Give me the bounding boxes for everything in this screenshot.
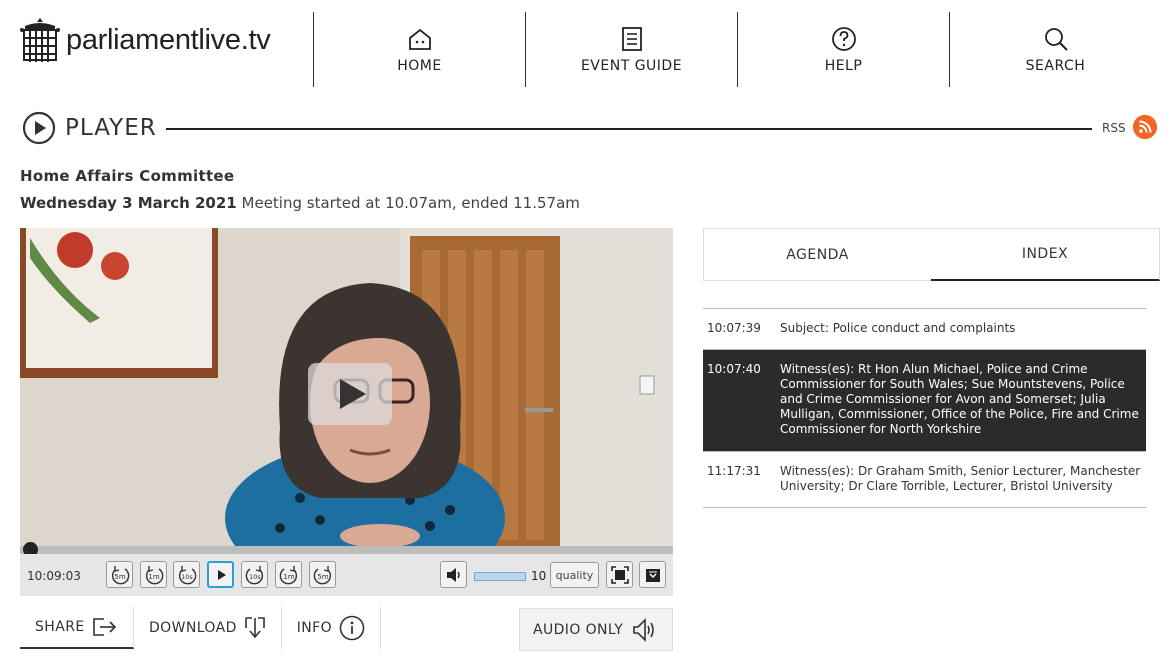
share-label: SHARE	[35, 619, 85, 635]
info-icon	[339, 615, 365, 641]
rewind-10s-button[interactable]: 10s	[173, 561, 200, 588]
share-icon	[92, 618, 116, 636]
tab-index[interactable]: INDEX	[931, 228, 1160, 281]
info-button[interactable]: INFO	[282, 607, 382, 649]
audio-only-label: AUDIO ONLY	[533, 621, 624, 638]
rewind-10s-label: 10s	[181, 573, 193, 581]
index-time: 11:17:31	[707, 464, 761, 478]
index-time: 10:07:39	[707, 321, 761, 335]
popout-button[interactable]	[639, 561, 666, 588]
current-time: 10:09:03	[27, 569, 81, 583]
audio-only-button[interactable]: AUDIO ONLY	[519, 608, 673, 651]
player-heading: PLAYER RSS	[20, 110, 1160, 148]
forward-10s-button[interactable]: 10s	[241, 561, 268, 588]
tab-agenda[interactable]: AGENDA	[703, 228, 931, 281]
committee-name: Home Affairs Committee	[20, 167, 235, 185]
forward-5m-label: 5m	[317, 573, 328, 581]
index-text: Witness(es): Rt Hon Alun Michael, Police…	[780, 362, 1139, 436]
index-row[interactable]: 10:07:39 Subject: Police conduct and com…	[703, 309, 1146, 350]
nav-help-label: HELP	[824, 57, 863, 74]
player-title: PLAYER	[65, 115, 157, 141]
search-icon	[1044, 27, 1068, 51]
rewind-1m-label: 1m	[148, 573, 159, 581]
help-icon	[831, 26, 856, 51]
site-logo[interactable]: parliamentlive.tv	[20, 16, 271, 64]
rewind-icon: 10s	[178, 565, 196, 584]
volume-slider[interactable]	[474, 572, 526, 581]
rewind-1m-button[interactable]: 1m	[140, 561, 167, 588]
heading-divider	[166, 128, 1092, 130]
play-icon	[217, 569, 226, 580]
rewind-icon: 1m	[145, 565, 163, 584]
site-name: parliamentlive.tv	[66, 23, 271, 56]
download-button[interactable]: DOWNLOAD	[134, 607, 282, 649]
volume-icon	[446, 567, 460, 582]
big-play-button[interactable]	[308, 363, 392, 425]
rss-icon[interactable]	[1133, 115, 1157, 139]
popout-icon	[645, 568, 660, 582]
rss-label[interactable]: RSS	[1102, 121, 1126, 135]
side-tabs: AGENDA INDEX	[703, 228, 1160, 281]
meeting-details: Meeting started at 10.07am, ended 11.57a…	[241, 194, 580, 212]
mute-button[interactable]	[440, 561, 467, 588]
site-header: parliamentlive.tv HOME EVENT GUIDE HELP …	[0, 0, 1170, 100]
main-nav: HOME EVENT GUIDE HELP SEARCH	[313, 12, 1161, 87]
play-circle-icon	[22, 111, 56, 145]
index-row[interactable]: 11:17:31 Witness(es): Dr Graham Smith, S…	[703, 452, 1146, 508]
forward-10s-label: 10s	[249, 573, 261, 581]
nav-event-guide-label: EVENT GUIDE	[580, 57, 683, 74]
nav-help[interactable]: HELP	[737, 12, 949, 87]
index-text: Subject: Police conduct and complaints	[780, 321, 1016, 335]
video-player[interactable]	[20, 228, 673, 548]
fullscreen-button[interactable]	[606, 561, 633, 588]
player-controls: 10:09:03 5m 1m 10s 10s 1m 5m 10 quality	[20, 554, 673, 596]
rewind-5m-button[interactable]: 5m	[106, 561, 133, 588]
fullscreen-icon	[610, 565, 629, 584]
portcullis-icon	[20, 18, 60, 62]
nav-search-label: SEARCH	[1025, 57, 1086, 74]
speaker-icon	[633, 617, 654, 642]
volume-value: 10	[531, 569, 547, 583]
info-label: INFO	[296, 620, 333, 636]
nav-event-guide[interactable]: EVENT GUIDE	[525, 12, 737, 87]
forward-icon: 5m	[313, 565, 331, 584]
rewind-5m-label: 5m	[114, 573, 125, 581]
forward-icon: 1m	[279, 565, 297, 584]
nav-home[interactable]: HOME	[313, 12, 525, 87]
meeting-info: Wednesday 3 March 2021 Meeting started a…	[20, 194, 580, 212]
play-button[interactable]	[207, 561, 234, 588]
download-icon	[244, 617, 265, 639]
index-time: 10:07:40	[707, 362, 761, 376]
forward-icon: 10s	[245, 565, 263, 584]
rewind-icon: 5m	[111, 565, 129, 584]
share-button[interactable]: SHARE	[20, 607, 134, 649]
nav-search[interactable]: SEARCH	[949, 12, 1161, 87]
nav-home-label: HOME	[397, 57, 442, 74]
meeting-date: Wednesday 3 March 2021	[20, 194, 237, 212]
index-row-active[interactable]: 10:07:40 Witness(es): Rt Hon Alun Michae…	[703, 350, 1146, 452]
index-list: 10:07:39 Subject: Police conduct and com…	[703, 308, 1146, 508]
download-label: DOWNLOAD	[149, 620, 237, 636]
list-icon	[621, 26, 642, 51]
progress-bar[interactable]	[20, 542, 673, 557]
index-text: Witness(es): Dr Graham Smith, Senior Lec…	[780, 464, 1141, 493]
player-actions: SHARE DOWNLOAD INFO	[20, 607, 382, 651]
forward-1m-button[interactable]: 1m	[275, 561, 302, 588]
quality-button[interactable]: quality	[550, 562, 599, 588]
forward-1m-label: 1m	[283, 573, 294, 581]
forward-5m-button[interactable]: 5m	[309, 561, 336, 588]
home-icon	[408, 28, 431, 50]
